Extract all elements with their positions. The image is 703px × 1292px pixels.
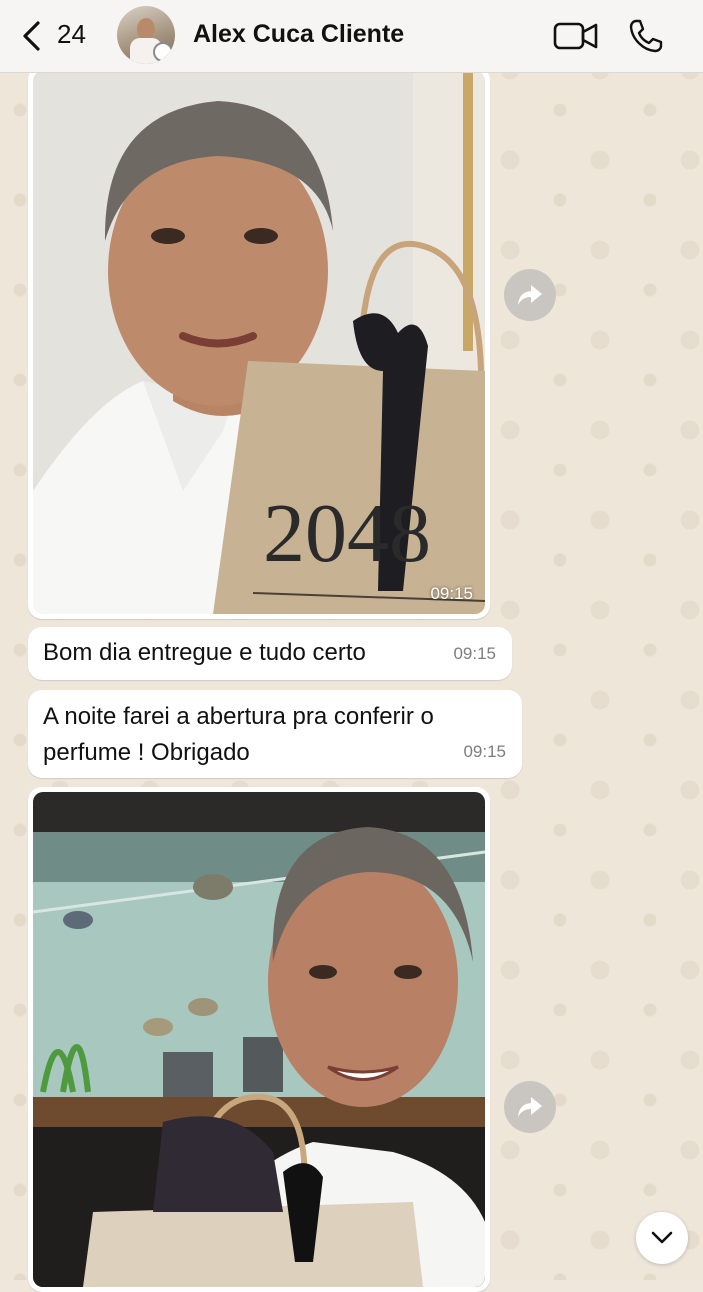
message-time: 09:15: [453, 644, 496, 663]
forward-button[interactable]: [504, 269, 556, 321]
photo-man-aquarium[interactable]: [33, 792, 485, 1287]
forward-arrow-icon: [518, 1097, 542, 1117]
image-message[interactable]: 2048 09:15: [28, 66, 490, 619]
avatar-face: [137, 18, 155, 40]
scroll-to-bottom-button[interactable]: [636, 1212, 688, 1264]
unread-count[interactable]: 24: [57, 19, 86, 50]
chevron-down-icon: [651, 1231, 673, 1244]
text-message[interactable]: A noite farei a abertura pra conferir o …: [28, 690, 522, 778]
message-time: 09:15: [430, 584, 473, 603]
forward-arrow-icon: [518, 285, 542, 305]
video-camera-icon[interactable]: [553, 20, 599, 52]
contact-name[interactable]: Alex Cuca Cliente: [193, 20, 404, 49]
photo-illustration: [33, 792, 485, 1287]
status-badge-icon: [153, 42, 173, 62]
chevron-left-icon[interactable]: [20, 20, 42, 52]
phone-icon[interactable]: [628, 18, 664, 54]
photo-illustration: 2048: [33, 71, 485, 614]
photo-man-with-gift-bag[interactable]: 2048 09:15: [33, 71, 485, 614]
message-time: 09:15: [463, 742, 506, 761]
bag-print-text: 2048: [263, 487, 431, 580]
text-message[interactable]: Bom dia entregue e tudo certo 09:15: [28, 627, 512, 680]
message-text-line: perfume ! Obrigado: [43, 739, 250, 766]
message-text: Bom dia entregue e tudo certo: [43, 639, 366, 666]
forward-button[interactable]: [504, 1081, 556, 1133]
message-text-line: A noite farei a abertura pra conferir o: [43, 703, 434, 730]
chat-header: 24 Alex Cuca Cliente: [0, 0, 703, 73]
image-message[interactable]: [28, 787, 490, 1292]
avatar[interactable]: [117, 6, 175, 64]
